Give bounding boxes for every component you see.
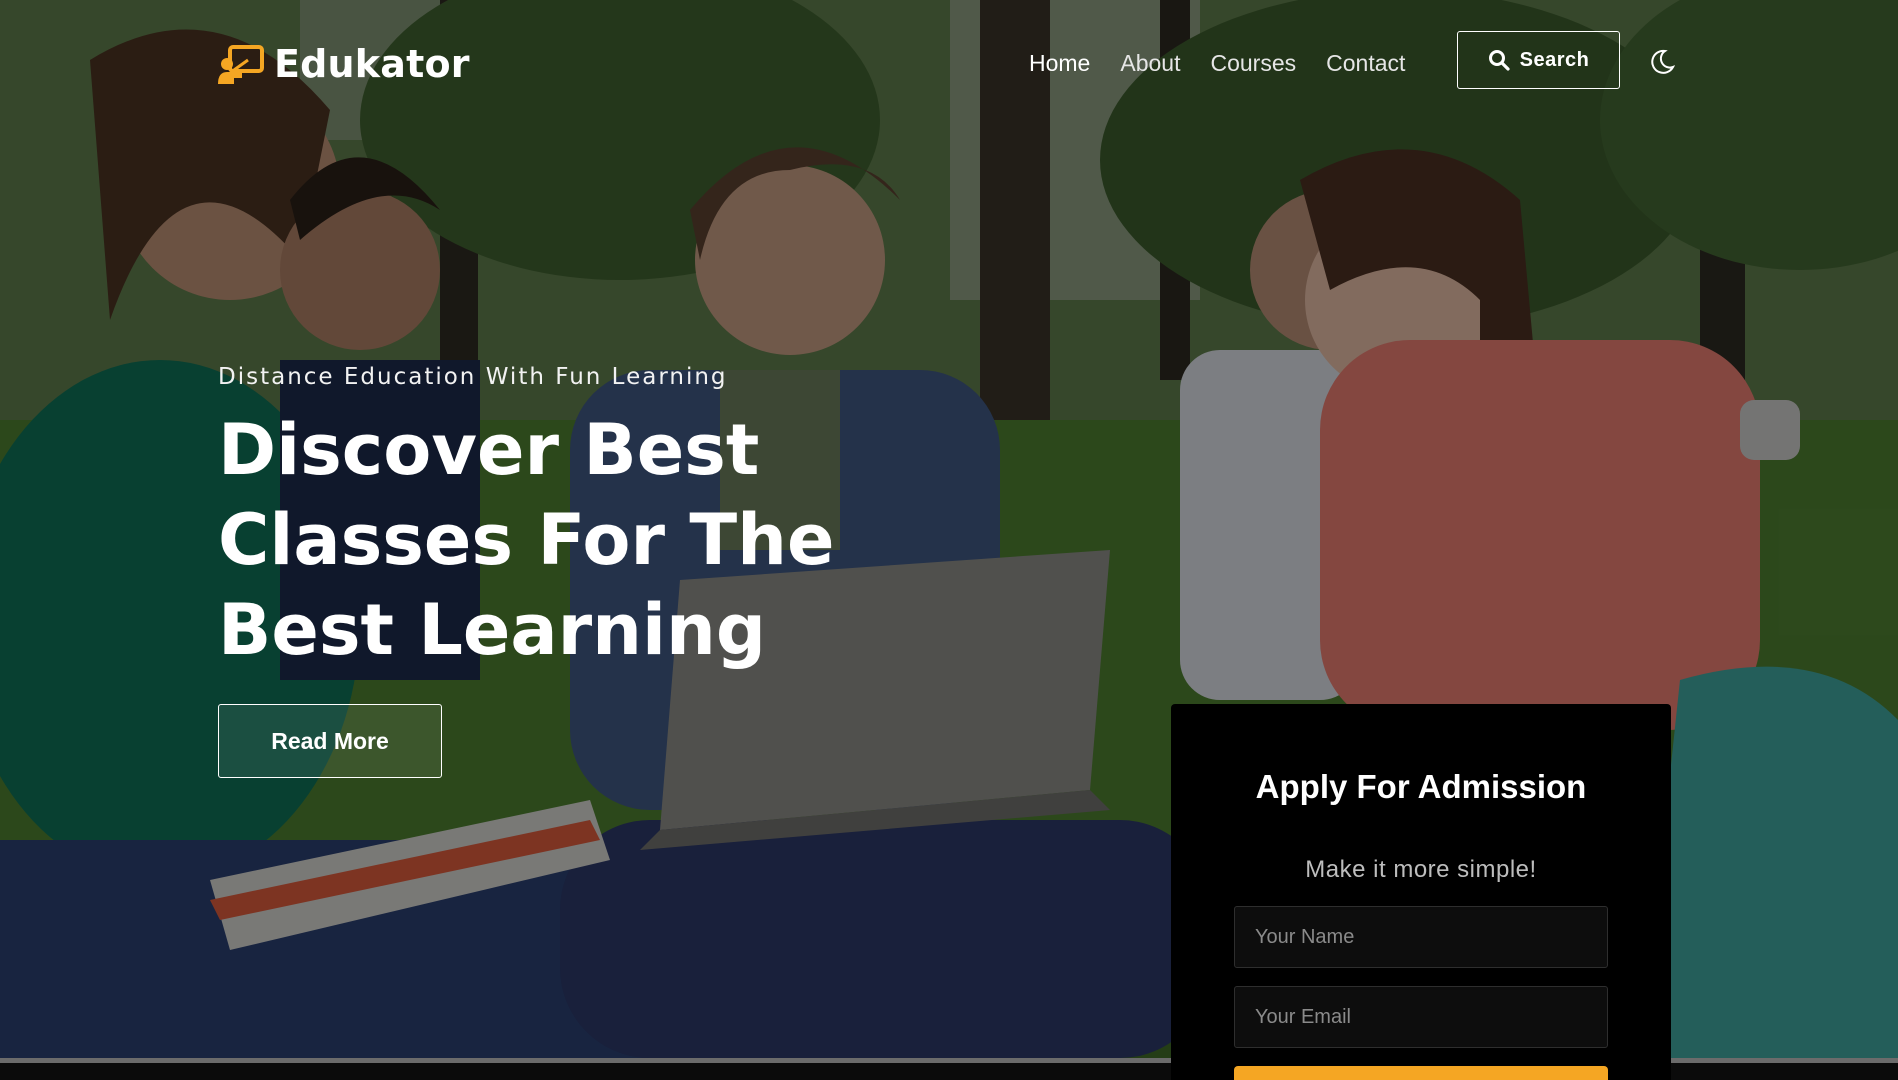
nav-item-courses[interactable]: Courses: [1210, 50, 1296, 77]
moon-icon[interactable]: [1648, 48, 1676, 76]
email-field[interactable]: [1234, 986, 1608, 1048]
admission-subtitle: Make it more simple!: [1305, 856, 1537, 883]
name-field[interactable]: [1234, 906, 1608, 968]
brand-logo[interactable]: Edukator: [218, 42, 470, 86]
admission-title: Apply For Admission: [1255, 768, 1587, 805]
read-more-button[interactable]: Read More: [218, 704, 442, 778]
brand-name: Edukator: [274, 42, 470, 86]
hero-tagline: Distance Education With Fun Learning: [218, 364, 728, 390]
search-icon: [1488, 50, 1510, 71]
main-nav: Home About Courses Contact: [1029, 50, 1405, 77]
nav-item-home[interactable]: Home: [1029, 50, 1090, 77]
submit-button[interactable]: [1234, 1066, 1608, 1080]
teacher-board-icon: [218, 45, 264, 84]
hero-headline: Discover Best Classes For The Best Learn…: [218, 409, 835, 671]
admission-form: Apply For Admission Make it more simple!: [1171, 704, 1671, 1080]
search-button-label: Search: [1519, 48, 1590, 71]
navbar: Edukator Home About Courses Contact Sear…: [218, 30, 1678, 96]
nav-item-about[interactable]: About: [1120, 50, 1180, 77]
nav-item-contact[interactable]: Contact: [1326, 50, 1405, 77]
search-button[interactable]: Search: [1457, 31, 1620, 89]
